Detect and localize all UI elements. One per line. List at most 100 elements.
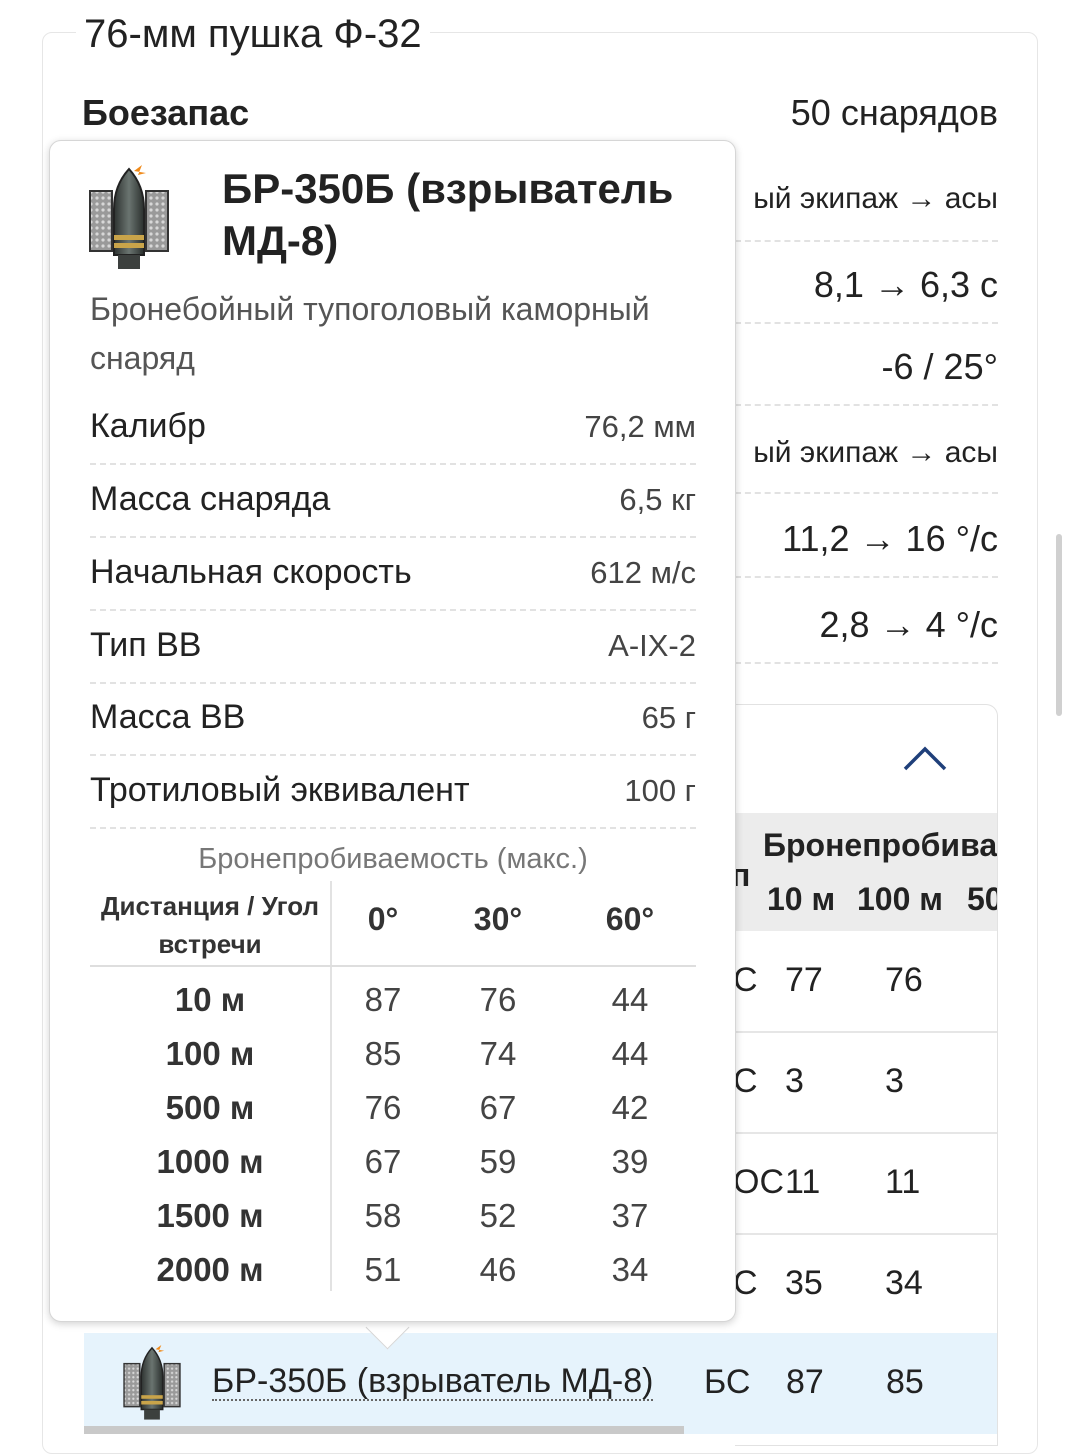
- stat-value: 8,1 → 6,3 с: [813, 264, 998, 305]
- pen-value: 46: [479, 1251, 517, 1288]
- penetration-row: 10 м 87 76 44: [90, 973, 696, 1027]
- pen-value: 67: [364, 1143, 402, 1180]
- ammo-row: Боезапас 50 снарядов: [82, 92, 998, 134]
- table-row[interactable]: С 77 76: [735, 931, 997, 1033]
- property-value: 100 г: [624, 773, 696, 808]
- stat-row: 8,1 → 6,3 с: [735, 240, 998, 324]
- penetration-row: 1000 м 67 59 39: [90, 1135, 696, 1189]
- distance: 1000 м: [156, 1143, 264, 1180]
- property-row: Тротиловый эквивалент 100 г: [90, 755, 696, 829]
- property-row: Масса ВВ 65 г: [90, 682, 696, 756]
- compare-col-500m: 50: [967, 881, 997, 917]
- chevron-up-icon[interactable]: [903, 743, 947, 773]
- shell-icon: [89, 164, 169, 270]
- pen-value: 34: [611, 1251, 649, 1288]
- stat-row: -6 / 25°: [735, 322, 998, 406]
- property-value: 65 г: [641, 700, 696, 735]
- pen-value: 76: [479, 981, 517, 1018]
- angle-header: 60°: [605, 901, 655, 937]
- pen-10m: 3: [785, 1062, 804, 1100]
- table-row[interactable]: С 3 3: [735, 1032, 997, 1134]
- stat-row: 2,8 → 4 °/с: [735, 580, 998, 664]
- property-value: A-IX-2: [608, 628, 696, 663]
- stat-row: 11,2 → 16 °/с: [735, 494, 998, 578]
- stat-value: 2,8 → 4 °/с: [819, 604, 998, 645]
- compare-col-100m: 100 м: [857, 881, 943, 917]
- distance: 10 м: [174, 981, 246, 1018]
- table-row-selected[interactable]: БР-350Б (взрыватель МД-8) БС 87 85: [84, 1333, 997, 1434]
- stat-row: ый экипаж → асы: [735, 158, 998, 242]
- pen-value: 59: [479, 1143, 517, 1180]
- compare-header-type: п: [735, 857, 750, 894]
- distance: 2000 м: [156, 1251, 264, 1288]
- pen-value: 52: [479, 1197, 517, 1234]
- compare-table-header: Бронепробива п 10 м 100 м 50: [735, 813, 997, 931]
- property-key: Начальная скорость: [90, 553, 412, 591]
- property-key: Тип ВВ: [90, 626, 202, 664]
- property-key: Масса ВВ: [90, 698, 246, 736]
- pen-10m: 11: [785, 1163, 821, 1201]
- stat-value: -6 / 25°: [881, 346, 998, 387]
- angle-header: 0°: [367, 901, 399, 937]
- distance: 500 м: [165, 1089, 255, 1126]
- penetration-title: Бронепробиваемость (макс.): [198, 843, 588, 875]
- penetration-corner-label: Дистанция / Угол встречи: [100, 891, 320, 959]
- shell-type: С: [735, 961, 758, 999]
- pen-100m: 3: [885, 1062, 904, 1100]
- stat-value: ый экипаж → асы: [753, 436, 998, 469]
- penetration-row: 1500 м 58 52 37: [90, 1189, 696, 1243]
- stat-row: ый экипаж → асы: [735, 410, 998, 494]
- shell-type: ОС: [735, 1163, 784, 1201]
- penetration-row: 100 м 85 74 44: [90, 1027, 696, 1081]
- compare-col-10m: 10 м: [767, 881, 836, 917]
- pen-100m: 76: [885, 961, 923, 999]
- pen-value: 67: [479, 1089, 517, 1126]
- pen-value: 87: [364, 981, 402, 1018]
- shell-name-link[interactable]: БР-350Б (взрыватель МД-8): [212, 1363, 654, 1401]
- shell-type: БС: [704, 1363, 751, 1401]
- property-row: Масса снаряда 6,5 кг: [90, 464, 696, 538]
- property-value: 6,5 кг: [619, 482, 696, 517]
- stat-value: ый экипаж → асы: [753, 182, 998, 215]
- gun-title: 76-мм пушка Ф-32: [76, 12, 430, 56]
- property-row: Тип ВВ A-IX-2: [90, 610, 696, 684]
- tooltip-description: Бронебойный тупоголовый каморный снаряд: [90, 291, 650, 376]
- pen-value: 37: [611, 1197, 649, 1234]
- pen-10m: 87: [786, 1363, 824, 1401]
- pen-10m: 35: [785, 1264, 823, 1302]
- table-divider: [90, 965, 696, 967]
- distance: 100 м: [165, 1035, 255, 1072]
- stat-value: 11,2 → 16 °/с: [782, 518, 998, 559]
- shell-type: С: [735, 1264, 758, 1302]
- pen-100m: 34: [885, 1264, 923, 1302]
- pen-value: 42: [611, 1089, 649, 1126]
- ammo-label: Боезапас: [82, 92, 250, 133]
- property-row: Калибр 76,2 мм: [90, 391, 696, 465]
- property-row: Начальная скорость 612 м/с: [90, 537, 696, 611]
- shell-type: С: [735, 1062, 758, 1100]
- property-value: 612 м/с: [590, 555, 696, 590]
- penetration-row: 500 м 76 67 42: [90, 1081, 696, 1135]
- table-row[interactable]: С 35 34: [735, 1234, 997, 1336]
- pen-value: 85: [364, 1035, 402, 1072]
- pen-value: 76: [364, 1089, 402, 1126]
- shell-icon: [123, 1345, 181, 1421]
- compare-header-title: Бронепробива: [763, 827, 998, 863]
- pen-value: 58: [364, 1197, 402, 1234]
- property-key: Калибр: [90, 407, 206, 445]
- penetration-row: 2000 м 51 46 34: [90, 1243, 696, 1297]
- pen-10m: 77: [785, 961, 823, 999]
- pen-100m: 85: [886, 1363, 924, 1401]
- pen-value: 44: [611, 981, 649, 1018]
- tooltip-title: БР-350Б (взрыватель МД-8): [222, 165, 674, 264]
- shell-tooltip: БР-350Б (взрыватель МД-8) Бронебойный ту…: [49, 140, 736, 1322]
- property-key: Тротиловый эквивалент: [90, 771, 470, 809]
- angle-header: 30°: [473, 901, 523, 937]
- pen-100m: 11: [885, 1163, 921, 1201]
- horizontal-scrollbar[interactable]: [84, 1426, 684, 1434]
- ammo-value: 50 снарядов: [790, 92, 998, 133]
- vertical-scrollbar[interactable]: [1056, 534, 1062, 716]
- table-row[interactable]: ОС 11 11: [735, 1133, 997, 1235]
- pen-value: 39: [611, 1143, 649, 1180]
- pen-value: 51: [364, 1251, 402, 1288]
